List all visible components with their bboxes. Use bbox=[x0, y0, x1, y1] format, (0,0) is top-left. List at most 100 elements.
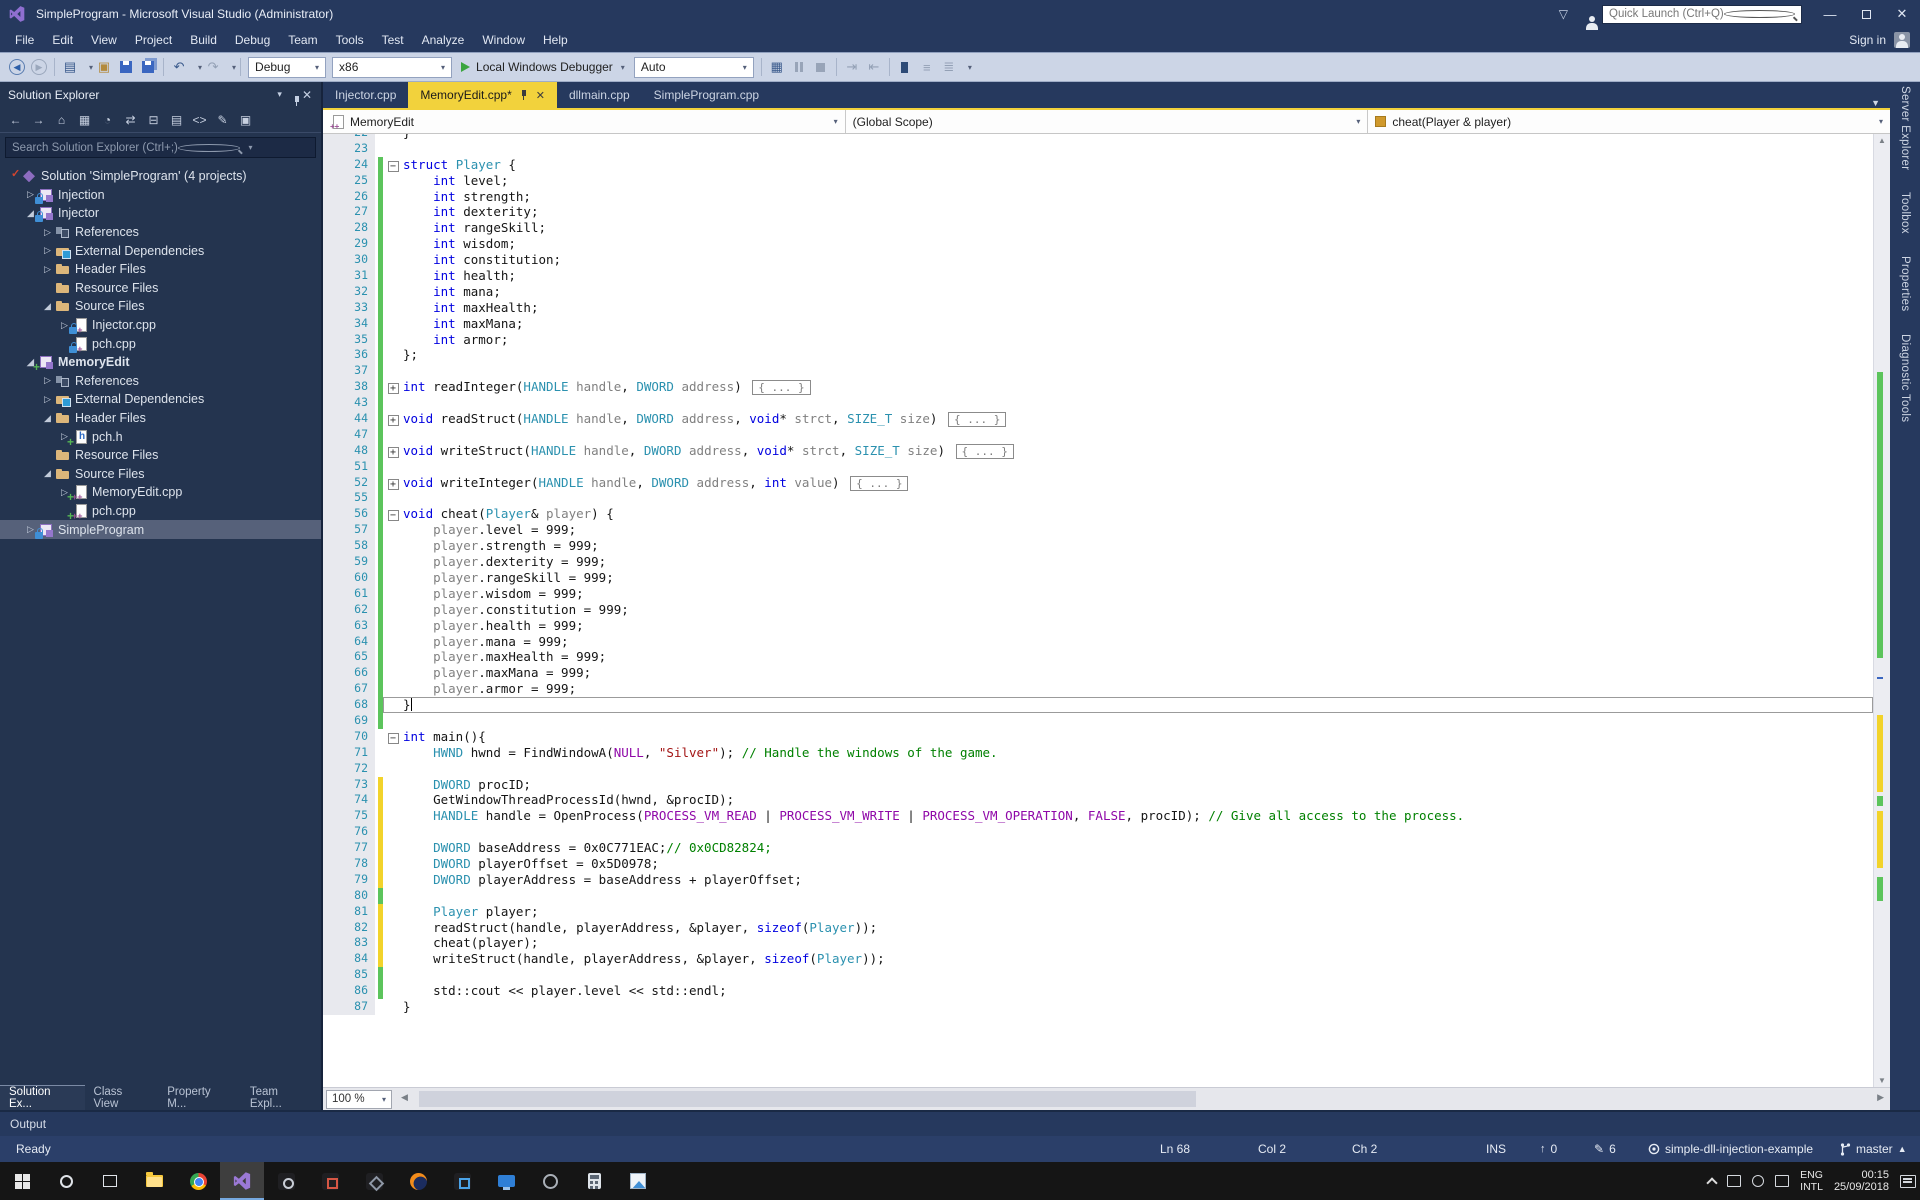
line-number[interactable]: 25 bbox=[339, 173, 375, 189]
fold-toggle[interactable]: + bbox=[383, 411, 403, 427]
fold-box-icon[interactable]: + bbox=[388, 383, 399, 394]
line-number[interactable]: 51 bbox=[339, 459, 375, 475]
line-number[interactable]: 64 bbox=[339, 634, 375, 650]
line-body[interactable]: } bbox=[383, 134, 1873, 141]
breakpoint-margin[interactable] bbox=[323, 570, 339, 586]
line-body[interactable]: DWORD baseAddress = 0x0C771EAC;// 0x0CD8… bbox=[383, 840, 1873, 856]
solution-search-box[interactable]: Search Solution Explorer (Ctrl+;) ▾ bbox=[5, 137, 316, 158]
breakpoint-margin[interactable] bbox=[323, 904, 339, 920]
breakpoint-margin[interactable] bbox=[323, 173, 339, 189]
breakpoint-margin[interactable] bbox=[323, 395, 339, 411]
line-number[interactable]: 61 bbox=[339, 586, 375, 602]
line-number[interactable]: 32 bbox=[339, 284, 375, 300]
breakpoint-margin[interactable] bbox=[323, 649, 339, 665]
line-body[interactable]: HWND hwnd = FindWindowA(NULL, "Silver");… bbox=[383, 745, 1873, 761]
step-over-icon[interactable]: ⇤ bbox=[863, 56, 885, 78]
breakpoint-margin[interactable] bbox=[323, 443, 339, 459]
line-body[interactable]: player.maxMana = 999; bbox=[383, 665, 1873, 681]
line-number[interactable]: 29 bbox=[339, 236, 375, 252]
line-body[interactable]: cheat(player); bbox=[383, 935, 1873, 951]
breakpoint-margin[interactable] bbox=[323, 888, 339, 904]
open-file-icon[interactable]: ▣ bbox=[93, 56, 115, 78]
line-number[interactable]: 38 bbox=[339, 379, 375, 395]
line-number[interactable]: 82 bbox=[339, 920, 375, 936]
dark-app-4-icon[interactable] bbox=[440, 1162, 484, 1200]
breakpoint-margin[interactable] bbox=[323, 729, 339, 745]
line-number[interactable]: 72 bbox=[339, 761, 375, 777]
line-number[interactable]: 58 bbox=[339, 538, 375, 554]
menu-window[interactable]: Window bbox=[473, 30, 534, 50]
tool-tab-class-view[interactable]: Class View bbox=[85, 1085, 159, 1110]
breakpoint-margin[interactable] bbox=[323, 554, 339, 570]
breakpoint-margin[interactable] bbox=[323, 935, 339, 951]
chrome-icon[interactable] bbox=[176, 1162, 220, 1200]
line-body[interactable]: int wisdom; bbox=[383, 236, 1873, 252]
project-dropdown[interactable]: MemoryEdit ▾ bbox=[323, 110, 846, 133]
line-body[interactable]: writeStruct(handle, playerAddress, &play… bbox=[383, 951, 1873, 967]
undo-icon[interactable]: ↶ bbox=[168, 56, 190, 78]
window-position-icon[interactable]: ▾ bbox=[277, 89, 282, 100]
tree-item-source-files[interactable]: ◢Source Files bbox=[0, 297, 321, 316]
line-body[interactable] bbox=[383, 490, 1873, 506]
scroll-left-icon[interactable]: ◀ bbox=[401, 1092, 408, 1103]
line-body[interactable]: player.dexterity = 999; bbox=[383, 554, 1873, 570]
line-number[interactable]: 52 bbox=[339, 475, 375, 491]
breakpoint-margin[interactable] bbox=[323, 920, 339, 936]
minimize-button[interactable]: — bbox=[1812, 0, 1848, 28]
tree-item-injection[interactable]: ▷Injection bbox=[0, 186, 321, 205]
line-number[interactable]: 75 bbox=[339, 808, 375, 824]
breakpoint-margin[interactable] bbox=[323, 379, 339, 395]
breakpoint-margin[interactable] bbox=[323, 983, 339, 999]
tree-item-injector[interactable]: ◢Injector bbox=[0, 204, 321, 223]
line-body[interactable]: player.health = 999; bbox=[383, 618, 1873, 634]
breakpoint-margin[interactable] bbox=[323, 236, 339, 252]
code-vi ewport[interactable]: 22}2324−struct Player {25 int level;26 i… bbox=[323, 134, 1873, 1087]
tree-item-memoryedit-cpp[interactable]: ▷+MemoryEdit.cpp bbox=[0, 483, 321, 502]
tree-item-memoryedit[interactable]: ◢+MemoryEdit bbox=[0, 353, 321, 372]
line-number[interactable]: 26 bbox=[339, 189, 375, 205]
breakpoint-margin[interactable] bbox=[323, 697, 339, 713]
attach-to-process-icon[interactable]: ▦ bbox=[766, 56, 788, 78]
start-debugging-button[interactable]: Local Windows Debugger ▾ bbox=[455, 55, 631, 79]
tree-item-simpleprogram[interactable]: ▷SimpleProgram bbox=[0, 520, 321, 539]
breakpoint-margin[interactable] bbox=[323, 586, 339, 602]
breakpoint-margin[interactable] bbox=[323, 713, 339, 729]
save-icon[interactable] bbox=[115, 56, 137, 78]
line-number[interactable]: 87 bbox=[339, 999, 375, 1015]
line-body[interactable]: player.level = 999; bbox=[383, 522, 1873, 538]
line-body[interactable]: int health; bbox=[383, 268, 1873, 284]
menu-help[interactable]: Help bbox=[534, 30, 577, 50]
line-number[interactable]: 62 bbox=[339, 602, 375, 618]
breakpoint-margin[interactable] bbox=[323, 967, 339, 983]
view-code-icon[interactable]: <> bbox=[188, 109, 211, 131]
new-file-icon[interactable]: ▤ bbox=[59, 56, 81, 78]
tree-item-header-files[interactable]: ◢Header Files bbox=[0, 409, 321, 428]
line-number[interactable]: 34 bbox=[339, 316, 375, 332]
line-body[interactable]: −int main(){ bbox=[383, 729, 1873, 745]
line-number[interactable]: 48 bbox=[339, 443, 375, 459]
tree-item-source-files[interactable]: ◢Source Files bbox=[0, 465, 321, 484]
tree-item-injector-cpp[interactable]: ▷Injector.cpp bbox=[0, 316, 321, 335]
scroll-right-icon[interactable]: ▶ bbox=[1877, 1092, 1884, 1103]
language-indicator[interactable]: ENG INTL bbox=[1800, 1169, 1823, 1193]
breakpoint-margin[interactable] bbox=[323, 347, 339, 363]
bookmark-icon[interactable] bbox=[894, 56, 916, 78]
breakpoint-margin[interactable] bbox=[323, 777, 339, 793]
line-body[interactable]: player.constitution = 999; bbox=[383, 602, 1873, 618]
breakpoint-margin[interactable] bbox=[323, 332, 339, 348]
collapsed-region[interactable]: { ... } bbox=[752, 380, 810, 395]
zoom-dropdown[interactable]: 100 % ▾ bbox=[326, 1090, 392, 1109]
tree-expander-icon[interactable]: ▷ bbox=[40, 264, 55, 275]
line-body[interactable]: +int readInteger(HANDLE handle, DWORD ad… bbox=[383, 379, 1873, 395]
line-number[interactable]: 33 bbox=[339, 300, 375, 316]
restore-button[interactable] bbox=[1848, 0, 1884, 28]
tray-icon-2[interactable] bbox=[1752, 1175, 1764, 1187]
scroll-up-icon[interactable]: ▲ bbox=[1874, 136, 1890, 145]
action-center-icon[interactable] bbox=[1900, 1175, 1916, 1188]
line-number[interactable]: 27 bbox=[339, 204, 375, 220]
line-body[interactable]: DWORD playerAddress = baseAddress + play… bbox=[383, 872, 1873, 888]
menu-debug[interactable]: Debug bbox=[226, 30, 279, 50]
line-body[interactable] bbox=[383, 427, 1873, 443]
repository-indicator[interactable]: simple-dll-injection-example bbox=[1648, 1136, 1813, 1162]
document-list-dropdown-icon[interactable]: ▼ bbox=[1861, 98, 1890, 108]
